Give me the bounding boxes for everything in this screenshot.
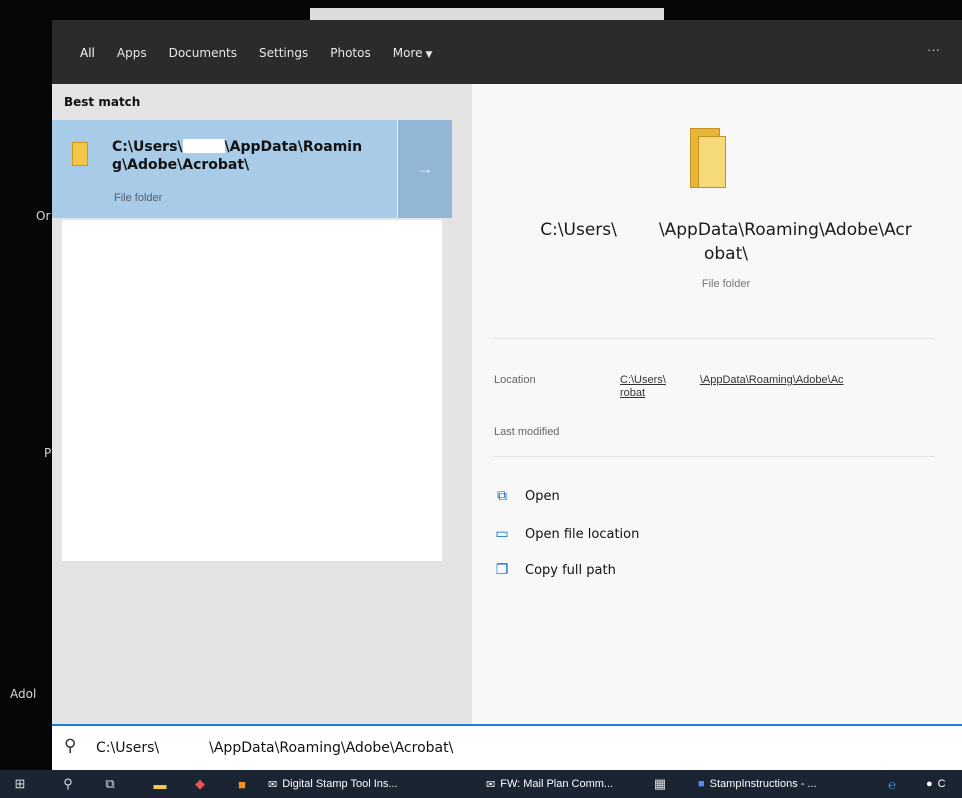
background-window: [310, 8, 664, 20]
chrome-icon: ●: [926, 778, 933, 790]
filter-tabs: All Apps Documents Settings Photos More ▼: [80, 46, 454, 60]
folder-location-icon: ▭: [495, 526, 509, 542]
tab-photos[interactable]: Photos: [330, 46, 370, 60]
result-title-line2: g\Adobe\Acrobat\: [112, 157, 250, 173]
taskbar-item-label: StampInstructions - ...: [709, 778, 817, 790]
results-pane: Best match C:\Users\ \AppData\Roamin g\Ad…: [52, 84, 472, 727]
more-options-icon[interactable]: ···: [927, 42, 940, 57]
desktop-label-3: Adol: [10, 687, 37, 701]
last-modified-label: Last modified: [494, 426, 560, 438]
location-part2: \AppData\Roaming\Adobe\Ac: [699, 374, 844, 386]
tab-more[interactable]: More ▼: [393, 46, 433, 60]
start-search-panel: All Apps Documents Settings Photos More ▼…: [52, 20, 962, 770]
mail-icon: ✉: [486, 778, 496, 791]
preview-pane: C:\Users\ \AppData\Roaming\Adobe\Acr obat…: [472, 84, 962, 727]
search-query[interactable]: C:\Users\ \AppData\Roaming\Adobe\Acrobat\: [96, 740, 453, 756]
result-title-part1: C:\Users\: [112, 139, 183, 155]
folder-icon: [72, 142, 88, 166]
search-input[interactable]: ⚲ C:\Users\ \AppData\Roaming\Adobe\Acroba…: [52, 724, 962, 770]
location-line2: robat: [620, 387, 646, 399]
app-icon[interactable]: ◆: [192, 776, 208, 792]
tab-documents[interactable]: Documents: [169, 46, 237, 60]
chevron-down-icon: ▼: [425, 50, 433, 60]
location-link[interactable]: C:\Users\ \AppData\Roaming\Adobe\Ac robat: [620, 374, 940, 400]
file-explorer-icon[interactable]: ▬: [152, 776, 168, 792]
open-file-location-label: Open file location: [525, 526, 640, 542]
best-match-result[interactable]: C:\Users\ \AppData\Roamin g\Adobe\Acrobat…: [52, 120, 397, 218]
location-label: Location: [494, 374, 536, 386]
tab-more-label: More: [392, 46, 423, 60]
large-folder-icon: [690, 128, 726, 188]
arrow-right-icon: →: [416, 159, 434, 178]
expand-arrow-button[interactable]: →: [397, 120, 452, 218]
tab-apps[interactable]: Apps: [117, 46, 147, 60]
task-view-icon[interactable]: ⧉: [102, 776, 118, 792]
calculator-icon[interactable]: ▦: [652, 776, 668, 792]
result-type: File folder: [114, 192, 163, 204]
location-part1: C:\Users\: [620, 374, 666, 386]
taskbar-item-digital-stamp[interactable]: ✉ Digital Stamp Tool Ins...: [268, 776, 398, 792]
best-match-heading: Best match: [64, 95, 141, 109]
open-action[interactable]: ⧉ Open: [494, 488, 560, 504]
preview-title-part2: \AppData\Roaming\Adobe\Acr: [658, 220, 912, 240]
redaction-box: [182, 139, 225, 153]
search-icon: ⚲: [64, 736, 77, 755]
divider: [494, 338, 934, 339]
taskbar-item-mail-plan[interactable]: ✉ FW: Mail Plan Comm...: [486, 776, 613, 792]
search-query-part1: C:\Users\: [96, 740, 160, 756]
tab-all[interactable]: All: [80, 46, 95, 60]
open-file-location-action[interactable]: ▭ Open file location: [494, 526, 639, 542]
tab-settings[interactable]: Settings: [259, 46, 308, 60]
taskbar-item-stamp-instructions[interactable]: ■ StampInstructions - ...: [698, 776, 817, 792]
taskbar-item-label: C: [937, 778, 946, 790]
mail-icon: ✉: [268, 778, 278, 791]
taskbar-item-chrome[interactable]: ● C: [926, 776, 946, 792]
search-filter-bar: All Apps Documents Settings Photos More ▼…: [52, 20, 962, 84]
copy-icon: ❐: [495, 562, 509, 578]
copy-full-path-label: Copy full path: [525, 562, 616, 578]
app-icon[interactable]: ■: [234, 776, 250, 792]
preview-title: C:\Users\ \AppData\Roaming\Adobe\Acr obat…: [496, 218, 956, 266]
preview-type: File folder: [701, 278, 751, 290]
open-icon: ⧉: [497, 488, 507, 504]
edge-icon[interactable]: ℮: [884, 776, 900, 792]
windows-start-icon[interactable]: ⊞: [12, 776, 28, 792]
copy-full-path-action[interactable]: ❐ Copy full path: [494, 562, 616, 578]
open-action-label: Open: [525, 488, 560, 504]
preview-title-part1: C:\Users\: [540, 220, 617, 240]
result-title-part2: \AppData\Roamin: [224, 139, 363, 155]
divider: [494, 456, 934, 457]
taskbar-item-label: FW: Mail Plan Comm...: [500, 778, 614, 790]
result-title: C:\Users\ \AppData\Roamin g\Adobe\Acrobat…: [112, 138, 392, 174]
search-icon[interactable]: ⚲: [60, 776, 76, 792]
desktop-label-2: P: [44, 446, 52, 460]
word-icon: ■: [698, 778, 705, 790]
empty-results-area: [62, 220, 442, 561]
desktop-label-1: Or: [36, 209, 51, 223]
taskbar-item-label: Digital Stamp Tool Ins...: [282, 778, 398, 790]
taskbar: ⊞ ⚲ ⧉ ▬ ◆ ■ ✉ Digital Stamp Tool Ins... ✉…: [0, 770, 962, 798]
preview-title-line2: obat\: [703, 244, 748, 264]
search-query-part2: \AppData\Roaming\Adobe\Acrobat\: [209, 740, 454, 756]
